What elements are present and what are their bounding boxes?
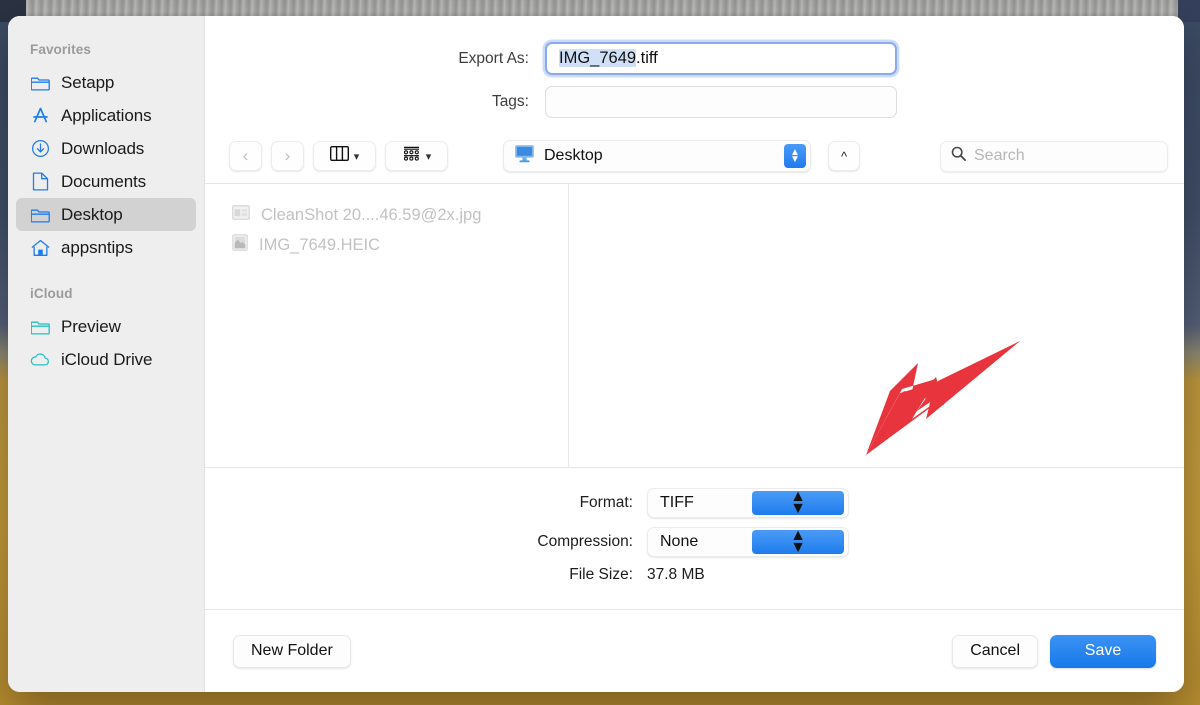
- compression-row: Compression: None ▲ ▼: [205, 527, 1184, 557]
- file-name-label: CleanShot 20....46.59@2x.jpg: [261, 205, 482, 224]
- chevron-left-icon: ‹: [242, 146, 249, 165]
- format-value: TIFF: [660, 494, 694, 511]
- sidebar-item-preview[interactable]: Preview: [16, 310, 196, 343]
- folder-icon: [30, 317, 50, 337]
- cloud-icon: [30, 350, 50, 370]
- group-by-button[interactable]: ▾: [385, 141, 448, 171]
- sidebar-section-icloud-header: iCloud: [30, 286, 73, 301]
- app-store-icon: [30, 106, 50, 126]
- search-input[interactable]: [974, 147, 1157, 165]
- export-as-label: Export As:: [458, 49, 529, 67]
- sidebar-item-setapp[interactable]: Setapp: [16, 66, 196, 99]
- sidebar-item-applications[interactable]: Applications: [16, 99, 196, 132]
- sidebar-item-label: iCloud Drive: [61, 349, 153, 369]
- sidebar-item-label: Downloads: [61, 138, 145, 158]
- sidebar-item-documents[interactable]: Documents: [16, 165, 196, 198]
- sidebar-item-desktop[interactable]: Desktop: [16, 198, 196, 231]
- file-name-label: IMG_7649.HEIC: [259, 235, 381, 254]
- compression-value: None: [660, 533, 699, 550]
- location-label: Desktop: [544, 147, 603, 164]
- forward-button[interactable]: ›: [271, 141, 304, 171]
- file-column-2[interactable]: [569, 184, 1184, 467]
- compression-dropdown[interactable]: None ▲ ▼: [647, 527, 849, 557]
- filename-extension-part: .tiff: [636, 49, 658, 67]
- save-button[interactable]: Save: [1050, 634, 1156, 668]
- export-as-row: Export As: IMG_7649.tiff: [205, 42, 1184, 75]
- sidebar-item-label: Applications: [61, 105, 152, 125]
- back-button[interactable]: ‹: [229, 141, 262, 171]
- finder-toolbar: ‹ › ▾ ▾ Desktop ▲ ▼ ^ Search: [205, 129, 1184, 183]
- compression-stepper-icon[interactable]: ▲ ▼: [752, 528, 844, 556]
- dialog-footer: New Folder Cancel Save: [205, 610, 1184, 692]
- folder-icon: [30, 205, 50, 225]
- list-item[interactable]: CleanShot 20....46.59@2x.jpg: [205, 200, 568, 230]
- dialog-main-pane: Export As: IMG_7649.tiff Tags: ‹ › ▾ ▾ D…: [205, 16, 1184, 692]
- sidebar-section-favorites-header: Favorites: [30, 42, 91, 57]
- export-save-dialog: Favorites Setapp Applications Downloads …: [8, 16, 1184, 692]
- sidebar-item-label: Desktop: [61, 204, 123, 224]
- filename-selected-part: IMG_7649: [559, 49, 637, 67]
- format-label: Format:: [579, 494, 633, 511]
- export-options: Format: TIFF ▲ ▼ Compression: None ▲ ▼ F…: [205, 468, 1184, 610]
- file-column-1[interactable]: CleanShot 20....46.59@2x.jpg IMG_7649.HE…: [205, 184, 569, 467]
- cancel-button[interactable]: Cancel: [952, 634, 1038, 668]
- file-browser: CleanShot 20....46.59@2x.jpg IMG_7649.HE…: [205, 183, 1184, 468]
- export-form: Export As: IMG_7649.tiff Tags:: [205, 16, 1184, 129]
- chevron-right-icon: ›: [284, 146, 291, 165]
- photo-file-icon: [232, 234, 248, 256]
- chevron-down-glyph: ▼: [790, 539, 806, 556]
- sidebar-item-label: appsntips: [61, 237, 133, 257]
- new-folder-button[interactable]: New Folder: [233, 634, 351, 668]
- sidebar-item-label: Preview: [61, 316, 121, 336]
- home-icon: [30, 238, 50, 258]
- imac-display-icon: [514, 144, 535, 168]
- chevron-down-icon: ▾: [353, 150, 360, 163]
- chevron-down-glyph: ▼: [790, 154, 800, 165]
- tags-label: Tags:: [491, 93, 529, 110]
- tags-input[interactable]: [545, 86, 897, 118]
- chevron-down-icon: ▾: [425, 150, 432, 163]
- sidebar-item-label: Setapp: [61, 72, 115, 92]
- filesize-value: 37.8 MB: [647, 566, 705, 583]
- image-file-icon: [232, 205, 250, 225]
- sidebar-item-downloads[interactable]: Downloads: [16, 132, 196, 165]
- view-mode-button[interactable]: ▾: [313, 141, 376, 171]
- filesize-label: File Size:: [569, 566, 633, 583]
- format-row: Format: TIFF ▲ ▼: [205, 488, 1184, 518]
- compression-label: Compression:: [537, 533, 633, 550]
- chevron-down-glyph: ▼: [790, 500, 806, 517]
- tags-row: Tags:: [205, 86, 1184, 118]
- sidebar-item-icloud-drive[interactable]: iCloud Drive: [16, 343, 196, 376]
- folder-icon: [30, 73, 50, 93]
- search-field[interactable]: [940, 140, 1168, 172]
- location-dropdown[interactable]: Desktop ▲ ▼: [503, 140, 811, 172]
- group-by-icon: [402, 146, 421, 166]
- chevron-up-icon: ^: [840, 148, 848, 164]
- location-stepper-icon[interactable]: ▲ ▼: [784, 144, 806, 168]
- filename-input[interactable]: IMG_7649.tiff: [545, 42, 897, 75]
- column-view-icon: [329, 145, 349, 166]
- search-icon: [951, 146, 966, 166]
- go-up-button[interactable]: ^: [828, 141, 860, 171]
- sidebar: Favorites Setapp Applications Downloads …: [8, 16, 205, 692]
- filename-text: IMG_7649.tiff: [559, 49, 658, 68]
- sidebar-item-label: Documents: [61, 171, 147, 191]
- list-item[interactable]: IMG_7649.HEIC: [205, 230, 568, 260]
- downloads-icon: [30, 139, 50, 159]
- format-stepper-icon[interactable]: ▲ ▼: [752, 489, 844, 517]
- format-dropdown[interactable]: TIFF ▲ ▼: [647, 488, 849, 518]
- document-icon: [30, 172, 50, 192]
- sidebar-item-appsntips[interactable]: appsntips: [16, 231, 196, 264]
- filesize-row: File Size: 37.8 MB: [205, 566, 1184, 584]
- sidebar-section-spacer: [8, 264, 204, 286]
